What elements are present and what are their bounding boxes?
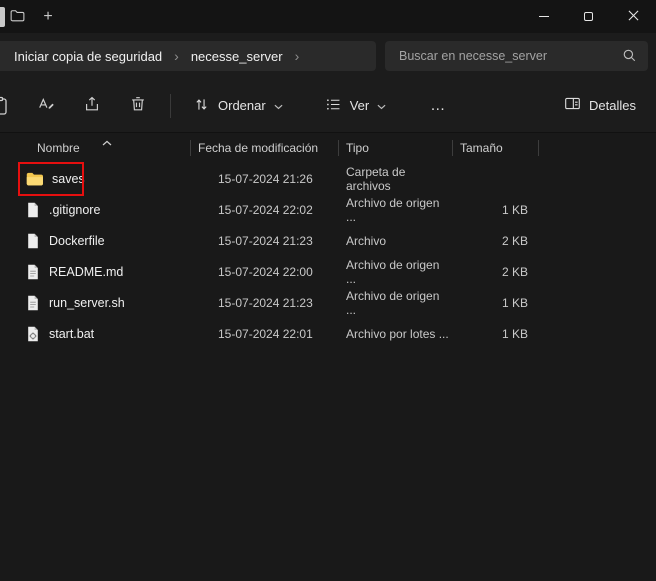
search-icon[interactable] (622, 48, 637, 68)
search-box[interactable] (385, 41, 648, 71)
explorer-chrome: Iniciar copia de seguridad › necesse_ser… (0, 33, 656, 133)
tab-folder-icon (10, 9, 25, 26)
breadcrumb: Iniciar copia de seguridad › necesse_ser… (0, 41, 376, 71)
details-pane-button[interactable]: Detalles (554, 88, 646, 122)
chevron-down-icon (274, 98, 283, 113)
share-icon (83, 95, 101, 116)
file-list: saves 15-07-2024 21:26 Carpeta de archiv… (0, 163, 656, 349)
file-type: Archivo de origen ... (346, 288, 440, 317)
column-resize-handle[interactable] (538, 140, 539, 156)
rename-icon (37, 95, 55, 116)
file-size: 1 KB (501, 326, 528, 341)
file-date: 15-07-2024 22:00 (218, 264, 313, 279)
chevron-down-icon (377, 98, 386, 113)
close-button[interactable] (611, 0, 656, 33)
maximize-icon (584, 12, 593, 21)
column-headers: Nombre Fecha de modificación Tipo Tamaño (0, 133, 656, 163)
file-type: Archivo (346, 233, 387, 248)
file-name: run_server.sh (49, 295, 125, 310)
details-pane-icon (564, 95, 581, 115)
close-icon (628, 9, 639, 24)
file-date: 15-07-2024 22:02 (218, 202, 313, 217)
file-name: .gitignore (49, 202, 101, 217)
file-name: README.md (49, 264, 124, 279)
file-type: Archivo de origen ... (346, 195, 440, 224)
file-name: saves (52, 171, 85, 186)
file-type: Archivo por lotes ... (346, 326, 449, 341)
file-row-saves[interactable]: saves 15-07-2024 21:26 Carpeta de archiv… (0, 163, 656, 194)
file-icon (26, 202, 40, 218)
file-row-gitignore[interactable]: .gitignore 15-07-2024 22:02 Archivo de o… (0, 194, 656, 225)
sort-icon (193, 96, 210, 116)
address-row: Iniciar copia de seguridad › necesse_ser… (0, 33, 656, 79)
minimize-icon (538, 16, 549, 17)
script-file-icon (26, 295, 40, 311)
view-button[interactable]: Ver (315, 89, 397, 123)
file-size: 1 KB (501, 202, 528, 217)
text-file-icon (26, 264, 40, 280)
view-icon (325, 96, 342, 116)
column-header-size[interactable]: Tamaño (452, 141, 538, 155)
column-resize-handle[interactable] (338, 140, 339, 156)
column-resize-handle[interactable] (452, 140, 453, 156)
paste-button[interactable] (0, 95, 14, 117)
maximize-button[interactable] (566, 0, 611, 33)
more-options-button[interactable]: … (418, 89, 458, 123)
column-header-type[interactable]: Tipo (338, 141, 452, 155)
file-row-run-server[interactable]: run_server.sh 15-07-2024 21:23 Archivo d… (0, 287, 656, 318)
delete-button[interactable] (120, 89, 156, 123)
file-row-dockerfile[interactable]: Dockerfile 15-07-2024 21:23 Archivo 2 KB (0, 225, 656, 256)
file-icon (26, 233, 40, 249)
file-date: 15-07-2024 22:01 (218, 326, 313, 341)
column-resize-handle[interactable] (190, 140, 191, 156)
minimize-button[interactable] (521, 0, 566, 33)
sort-button[interactable]: Ordenar (183, 89, 293, 123)
file-size: 2 KB (501, 264, 528, 279)
breadcrumb-item-necesse-server[interactable]: necesse_server (191, 49, 283, 64)
file-list-area: Nombre Fecha de modificación Tipo Tamaño… (0, 133, 656, 581)
paste-icon (0, 96, 10, 117)
file-type: Archivo de origen ... (346, 257, 440, 286)
column-header-name[interactable]: Nombre (0, 141, 190, 155)
file-row-readme[interactable]: README.md 15-07-2024 22:00 Archivo de or… (0, 256, 656, 287)
titlebar: + (0, 0, 656, 33)
delete-icon (129, 95, 147, 116)
file-size: 2 KB (501, 233, 528, 248)
file-date: 15-07-2024 21:23 (218, 295, 313, 310)
file-row-start-bat[interactable]: start.bat 15-07-2024 22:01 Archivo por l… (0, 318, 656, 349)
rename-button[interactable] (28, 89, 64, 123)
new-tab-button[interactable]: + (34, 0, 62, 33)
file-name: start.bat (49, 326, 95, 341)
file-name: Dockerfile (49, 233, 105, 248)
breadcrumb-item-backup[interactable]: Iniciar copia de seguridad (14, 49, 162, 64)
chevron-right-icon[interactable]: › (174, 49, 179, 63)
chevron-right-icon[interactable]: › (295, 49, 300, 63)
folder-icon (26, 172, 43, 186)
column-header-date[interactable]: Fecha de modificación (190, 141, 338, 155)
file-date: 15-07-2024 21:23 (218, 233, 313, 248)
window-controls (521, 0, 656, 33)
toolbar-divider (170, 93, 171, 118)
window-edge (0, 7, 5, 27)
explorer-tab[interactable] (10, 9, 25, 27)
file-size: 1 KB (501, 295, 528, 310)
command-bar: Ordenar Ver … Detalles (0, 79, 656, 132)
batch-file-icon (26, 326, 40, 342)
file-type: Carpeta de archivos (346, 164, 406, 193)
view-label: Ver (349, 98, 370, 113)
details-label: Detalles (589, 97, 636, 113)
share-button[interactable] (74, 89, 110, 123)
sort-ascending-indicator-icon (102, 135, 112, 149)
file-explorer-window: + Iniciar copia de seguridad › necesse_s… (0, 0, 656, 581)
search-input[interactable] (397, 41, 613, 71)
sort-label: Ordenar (218, 98, 266, 113)
file-date: 15-07-2024 21:26 (218, 171, 313, 186)
